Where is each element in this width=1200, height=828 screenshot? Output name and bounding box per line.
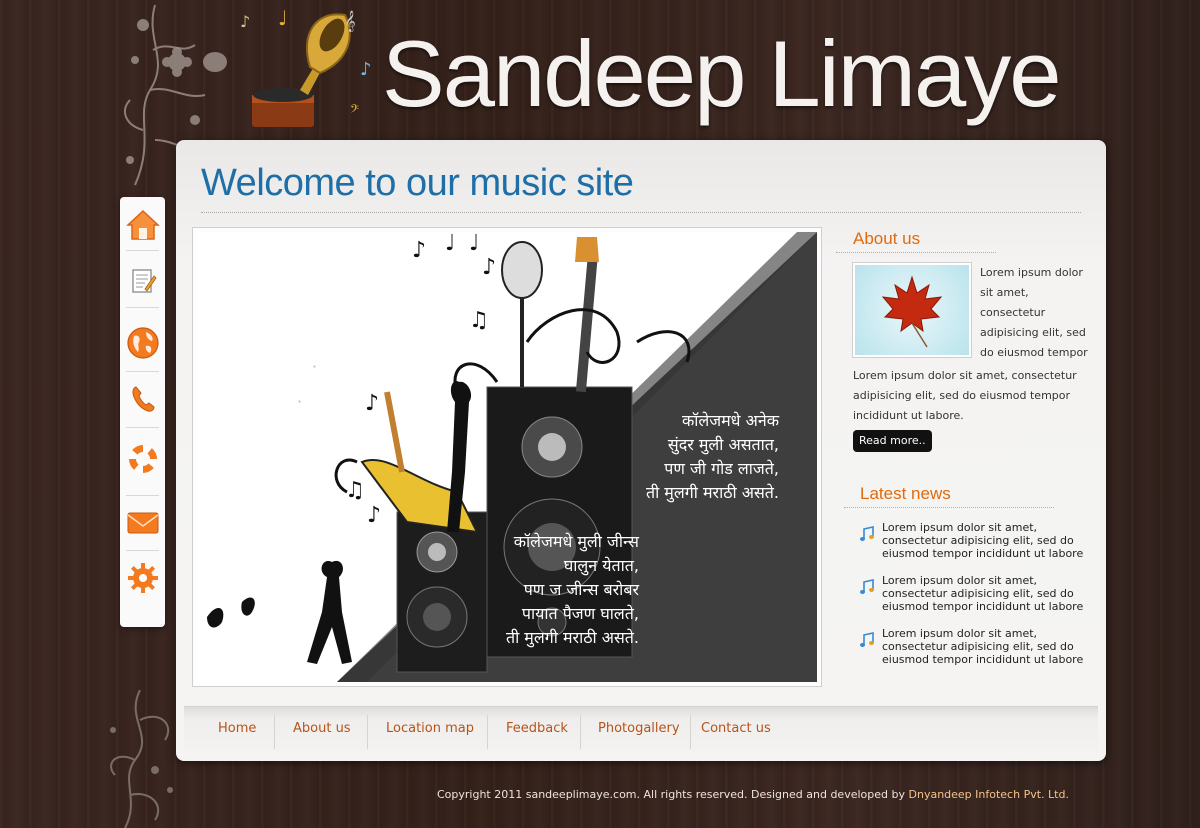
poem-line: ती मुलगी मराठी असते.: [645, 483, 779, 502]
sidebar-item-mail[interactable]: [120, 498, 165, 548]
sidebar-item-notes[interactable]: [120, 256, 165, 306]
svg-text:♩: ♩: [278, 6, 287, 30]
sidebar-item-phone[interactable]: [120, 374, 165, 424]
about-heading: About us: [853, 229, 921, 248]
news-item[interactable]: Lorem ipsum dolor sit amet, consectetur …: [858, 627, 1098, 666]
poem-line: पण ज जीन्स बरोबर: [523, 580, 639, 599]
svg-text:♫: ♫: [469, 308, 489, 333]
divider: [201, 212, 1081, 213]
about-image: [852, 262, 972, 358]
news-heading: Latest news: [860, 484, 951, 503]
about-text-full: Lorem ipsum dolor sit amet, consectetur …: [853, 369, 1077, 422]
poem-stanza-2: कॉलेजमधे मुली जीन्स घालुन येतात, पण ज जी…: [319, 530, 639, 650]
svg-text:♪: ♪: [482, 255, 496, 280]
microphone: [501, 241, 543, 387]
sidebar-item-home[interactable]: [120, 200, 165, 250]
svg-text:♪: ♪: [365, 391, 379, 416]
svg-text:♪: ♪: [367, 503, 381, 528]
sidebar-item-settings[interactable]: [120, 553, 165, 603]
svg-text:♪: ♪: [240, 12, 250, 31]
poem-line: कॉलेजमधे मुली जीन्स: [513, 532, 639, 551]
music-note-icon: [860, 632, 874, 647]
banner-frame: ♪ ♩ ♩ ♪ ♫ ♪ ♫ ♪ · · कॉलेजमधे अनेक सुंदर मुली अ…: [192, 227, 822, 687]
sidebar-item-globe[interactable]: [120, 318, 165, 368]
svg-text:𝄞: 𝄞: [345, 11, 356, 32]
lifebuoy-icon: [128, 444, 157, 474]
nav-location-map[interactable]: Location map: [386, 721, 474, 736]
divider: [844, 507, 1054, 508]
poem-line: सुंदर मुली असतात,: [667, 435, 779, 454]
content-panel: Welcome to our music site ♪ ♩ ♩ ♪ ♫ ♪ ♫ …: [176, 140, 1106, 761]
gear-icon: [127, 563, 158, 593]
news-text: Lorem ipsum dolor sit amet, consectetur …: [882, 627, 1084, 666]
svg-text:♩: ♩: [469, 232, 479, 256]
svg-text:·: ·: [297, 392, 302, 411]
notepad-icon: [131, 269, 157, 293]
news-item[interactable]: Lorem ipsum dolor sit amet, consectetur …: [858, 521, 1098, 560]
svg-text:𝄢: 𝄢: [350, 103, 359, 119]
poem-line: पायात पैजण घालते,: [521, 604, 639, 623]
phone-icon: [131, 386, 155, 412]
music-banner: ♪ ♩ ♩ ♪ ♫ ♪ ♫ ♪ · · कॉलेजमधे अनेक सुंदर मुली अ…: [197, 232, 817, 682]
poem-line: कॉलेजमधे अनेक: [681, 411, 779, 430]
footer-copyright: Copyright 2011 sandeeplimaye.com. All ri…: [437, 788, 909, 801]
about-text-side: Lorem ipsum dolor sit amet, consectetur …: [980, 266, 1088, 359]
poem-line: पण जी गोड लाजते,: [664, 459, 779, 478]
svg-text:♪: ♪: [412, 238, 426, 263]
svg-text:♩: ♩: [445, 232, 455, 256]
read-more-button[interactable]: Read more..: [853, 430, 932, 452]
guitar-top: [575, 237, 599, 393]
nav-feedback[interactable]: Feedback: [506, 721, 568, 736]
footer: Copyright 2011 sandeeplimaye.com. All ri…: [437, 788, 1069, 801]
mail-icon: [127, 512, 158, 534]
svg-text:·: ·: [312, 357, 317, 376]
gramophone-icon: ♪ ♩ 𝄞 ♪ 𝄢: [240, 6, 372, 127]
globe-icon: [126, 327, 159, 359]
poem-stanza-1: कॉलेजमधे अनेक सुंदर मुली असतात, पण जी गो…: [419, 409, 779, 505]
nav-photogallery[interactable]: Photogallery: [598, 721, 680, 736]
nav-contact-us[interactable]: Contact us: [701, 721, 771, 736]
nav-home[interactable]: Home: [218, 721, 256, 736]
music-note-icon: [860, 579, 874, 594]
footer-company-link[interactable]: Dnyandeep Infotech Pvt. Ltd.: [909, 788, 1069, 801]
music-note-icon: [860, 526, 874, 541]
svg-text:♪: ♪: [360, 59, 372, 80]
nav-about-us[interactable]: About us: [293, 721, 351, 736]
news-text: Lorem ipsum dolor sit amet, consectetur …: [882, 521, 1084, 560]
news-item[interactable]: Lorem ipsum dolor sit amet, consectetur …: [858, 574, 1098, 613]
maple-leaf-icon: [881, 275, 943, 348]
divider: [836, 252, 996, 253]
sidebar-item-support[interactable]: [120, 434, 165, 484]
svg-text:♫: ♫: [345, 478, 365, 503]
poem-line: ती मुलगी मराठी असते.: [505, 628, 639, 647]
icon-sidebar: [120, 197, 165, 627]
news-text: Lorem ipsum dolor sit amet, consectetur …: [882, 574, 1084, 613]
site-title: Sandeep Limaye: [382, 21, 1062, 126]
poem-line: घालुन येतात,: [563, 556, 639, 575]
bottom-nav: Home About us Location map Feedback Phot…: [184, 706, 1098, 753]
home-icon: [125, 209, 160, 240]
welcome-heading: Welcome to our music site: [201, 162, 634, 204]
